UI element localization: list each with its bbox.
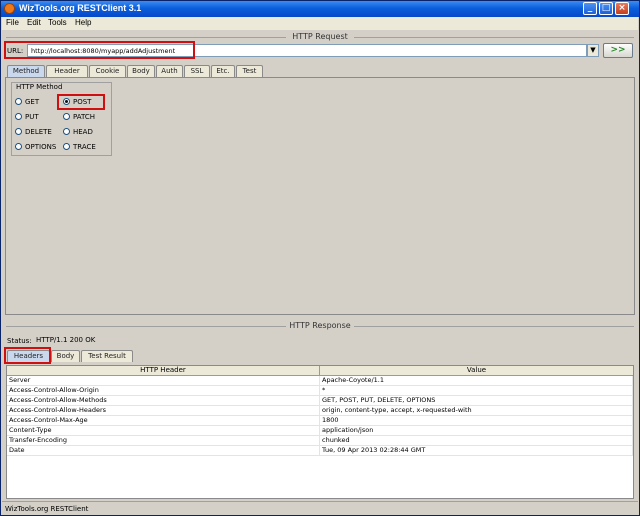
url-highlight <box>4 41 195 59</box>
maximize-icon[interactable]: □ <box>599 2 613 15</box>
table-row[interactable]: Access-Control-Allow-Origin * <box>7 386 633 396</box>
radio-put-icon[interactable] <box>15 113 22 120</box>
menu-bar: File Edit Tools Help <box>2 17 638 30</box>
tab-body[interactable]: Body <box>127 65 155 77</box>
send-request-button[interactable]: >> <box>603 43 633 58</box>
close-icon[interactable]: × <box>615 2 629 15</box>
radio-trace[interactable]: TRACE <box>63 143 96 151</box>
app-icon <box>4 3 15 14</box>
tab-response-body[interactable]: Body <box>51 350 80 362</box>
menu-edit[interactable]: Edit <box>27 18 41 27</box>
title-bar[interactable]: WizTools.org RESTClient 3.1 _ □ × <box>1 1 639 17</box>
radio-head[interactable]: HEAD <box>63 128 93 136</box>
headers-tab-highlight <box>4 347 51 364</box>
column-value[interactable]: Value <box>320 366 633 376</box>
table-row[interactable]: Access-Control-Allow-Methods GET, POST, P… <box>7 396 633 406</box>
radio-trace-icon[interactable] <box>63 143 70 150</box>
tab-test-result[interactable]: Test Result <box>81 350 133 362</box>
table-row[interactable]: Transfer-Encoding chunked <box>7 436 633 446</box>
radio-head-icon[interactable] <box>63 128 70 135</box>
tab-test[interactable]: Test <box>236 65 263 77</box>
column-http-header[interactable]: HTTP Header <box>7 366 320 376</box>
response-section-title: HTTP Response <box>2 321 638 331</box>
app-window: WizTools.org RESTClient 3.1 _ □ × File E… <box>0 0 640 516</box>
request-tabs: Method Header Cookie Body Auth SSL Etc. … <box>7 65 267 77</box>
radio-put[interactable]: PUT <box>15 113 39 121</box>
tab-cookie[interactable]: Cookie <box>89 65 126 77</box>
radio-patch[interactable]: PATCH <box>63 113 95 121</box>
tab-auth[interactable]: Auth <box>156 65 183 77</box>
response-headers-table[interactable]: HTTP Header Value Server Apache-Coyote/1.… <box>6 365 634 499</box>
radio-delete-icon[interactable] <box>15 128 22 135</box>
table-header: HTTP Header Value <box>7 366 633 376</box>
window-title: WizTools.org RESTClient 3.1 <box>19 3 142 13</box>
url-dropdown-icon[interactable]: ▼ <box>587 44 599 57</box>
tab-method[interactable]: Method <box>7 65 45 77</box>
table-row[interactable]: Access-Control-Max-Age 1800 <box>7 416 633 426</box>
radio-patch-icon[interactable] <box>63 113 70 120</box>
tab-etc[interactable]: Etc. <box>211 65 235 77</box>
radio-options-icon[interactable] <box>15 143 22 150</box>
post-highlight <box>57 94 105 110</box>
menu-help[interactable]: Help <box>75 18 91 27</box>
table-row[interactable]: Server Apache-Coyote/1.1 <box>7 376 633 386</box>
tab-header[interactable]: Header <box>46 65 88 77</box>
status-bar: WizTools.org RESTClient <box>2 501 638 515</box>
menu-file[interactable]: File <box>6 18 19 27</box>
table-row[interactable]: Access-Control-Allow-Headers origin, cont… <box>7 406 633 416</box>
radio-get[interactable]: GET <box>15 98 39 106</box>
radio-delete[interactable]: DELETE <box>15 128 52 136</box>
table-row[interactable]: Date Tue, 09 Apr 2013 02:28:44 GMT <box>7 446 633 456</box>
table-row[interactable]: Content-Type application/json <box>7 426 633 436</box>
status-label: Status: <box>7 337 32 345</box>
minimize-icon[interactable]: _ <box>583 2 597 15</box>
radio-get-icon[interactable] <box>15 98 22 105</box>
http-method-group-title: HTTP Method <box>15 83 64 91</box>
tab-ssl[interactable]: SSL <box>184 65 210 77</box>
menu-tools[interactable]: Tools <box>48 18 67 27</box>
radio-options[interactable]: OPTIONS <box>15 143 56 151</box>
status-value: HTTP/1.1 200 OK <box>36 336 96 344</box>
